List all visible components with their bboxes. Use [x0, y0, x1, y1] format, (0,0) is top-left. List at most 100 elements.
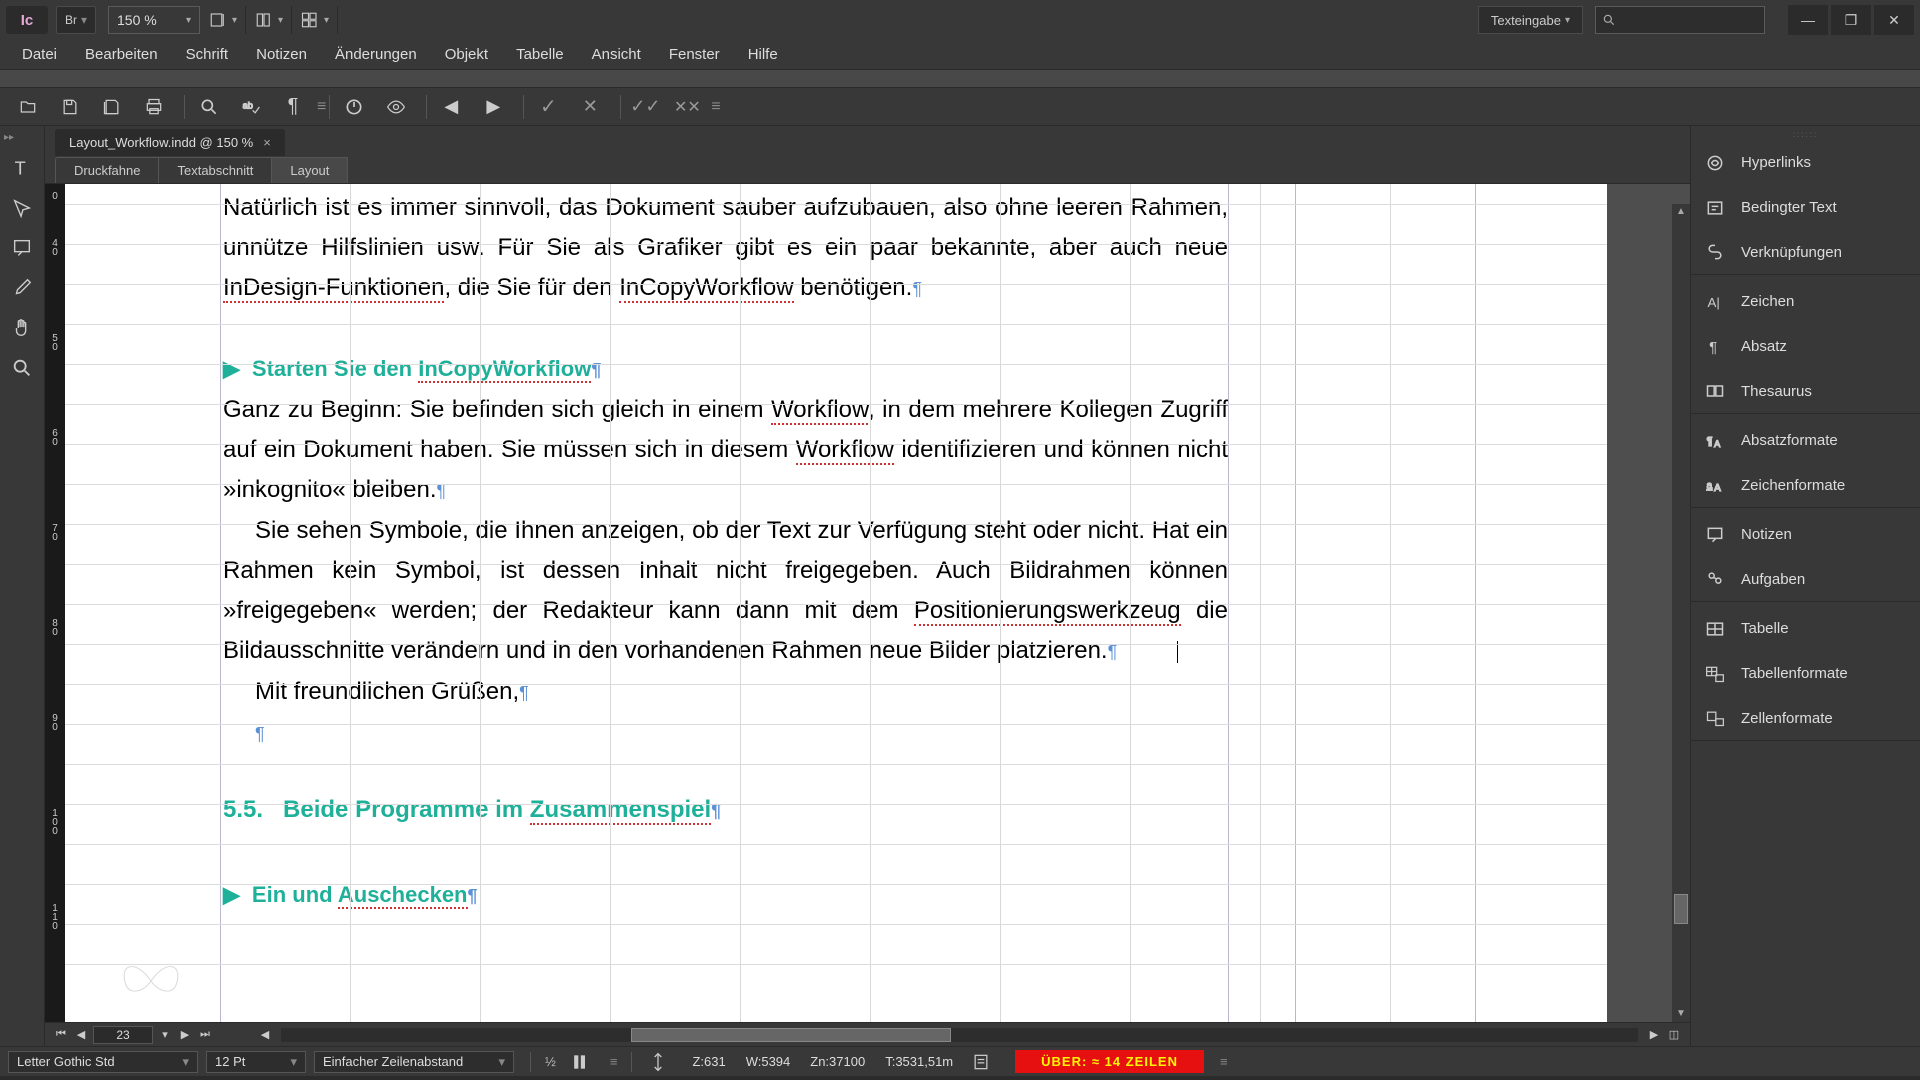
svg-text:ab: ab	[243, 100, 253, 110]
workspace-dropdown[interactable]: Texteingabe	[1478, 6, 1583, 34]
link-workflow-1: Workflow	[771, 396, 868, 425]
page-navigation: ⏮ ◀ 23 ▾ ▶ ⏭ ◀ ▶ ◫	[45, 1022, 1690, 1046]
column-icon[interactable]	[562, 1047, 598, 1077]
document-tab[interactable]: Layout_Workflow.indd @ 150 % ×	[55, 129, 285, 156]
find-button[interactable]	[191, 92, 227, 122]
menu-fenster[interactable]: Fenster	[655, 42, 734, 67]
leading-dropdown[interactable]: Einfacher Zeilenabstand▾	[314, 1051, 514, 1073]
close-button[interactable]: ✕	[1874, 5, 1914, 35]
open-button[interactable]	[10, 92, 46, 122]
font-dropdown[interactable]: Letter Gothic Std▾	[8, 1051, 198, 1073]
panel-tabelle[interactable]: Tabelle	[1691, 606, 1920, 651]
menu-aenderungen[interactable]: Änderungen	[321, 42, 431, 67]
panel-bedingter-text[interactable]: Bedingter Text	[1691, 185, 1920, 230]
prev-page-button[interactable]: ◀	[71, 1026, 91, 1044]
page-dd-icon[interactable]: ▾	[155, 1026, 175, 1044]
hscroll-right-button[interactable]: ▶	[1644, 1026, 1664, 1044]
tab-layout[interactable]: Layout	[271, 157, 348, 183]
last-page-button[interactable]: ⏭	[195, 1026, 215, 1044]
save-button[interactable]	[52, 92, 88, 122]
type-tool[interactable]: T	[7, 153, 37, 183]
panel-thesaurus[interactable]: Thesaurus	[1691, 369, 1920, 414]
accept-all-button[interactable]: ✓✓	[627, 92, 663, 122]
panel-zellenformate[interactable]: Zellenformate	[1691, 696, 1920, 741]
reject-all-button[interactable]: ✕✕	[669, 92, 705, 122]
panel-label: Thesaurus	[1741, 383, 1812, 400]
minimize-button[interactable]: —	[1788, 5, 1828, 35]
menu-ansicht[interactable]: Ansicht	[578, 42, 655, 67]
flyout-2[interactable]: ≡	[711, 98, 717, 116]
update-design-button[interactable]	[336, 92, 372, 122]
svg-text:A: A	[1714, 438, 1721, 448]
first-page-button[interactable]: ⏮	[51, 1026, 71, 1044]
cellf-icon	[1703, 706, 1727, 730]
page-number-field[interactable]: 23	[93, 1026, 153, 1044]
scroll-thumb[interactable]	[1674, 894, 1688, 924]
text-stats-icon[interactable]	[963, 1047, 999, 1077]
panel-verknüpfungen[interactable]: Verknüpfungen	[1691, 230, 1920, 275]
flyout-status-1[interactable]: ≡	[610, 1054, 618, 1069]
hscroll-thumb[interactable]	[631, 1028, 951, 1042]
next-page-button[interactable]: ▶	[175, 1026, 195, 1044]
panel-notizen[interactable]: Notizen	[1691, 512, 1920, 557]
menu-bearbeiten[interactable]: Bearbeiten	[71, 42, 172, 67]
tab-druckfahne[interactable]: Druckfahne	[55, 157, 159, 183]
hidden-chars-button[interactable]: ¶	[275, 92, 311, 122]
note-tool[interactable]	[7, 233, 37, 263]
vertical-scrollbar[interactable]: ▲ ▼	[1672, 204, 1690, 1022]
svg-text:a: a	[1707, 480, 1713, 491]
depth-icon[interactable]	[640, 1047, 676, 1077]
panel-absatz[interactable]: ¶Absatz	[1691, 324, 1920, 369]
hscroll-left-button[interactable]: ◀	[255, 1026, 275, 1044]
panel-label: Tabelle	[1741, 620, 1789, 637]
dock-handle[interactable]: ::::::	[1691, 130, 1920, 140]
subhead-1: ▶Starten Sie den InCopyWorkflow¶	[223, 349, 1228, 390]
scroll-up-icon[interactable]: ▲	[1672, 204, 1690, 220]
horizontal-scrollbar[interactable]	[281, 1028, 1638, 1042]
close-tab-icon[interactable]: ×	[263, 135, 271, 150]
print-button[interactable]	[136, 92, 172, 122]
menu-hilfe[interactable]: Hilfe	[734, 42, 792, 67]
save-all-button[interactable]	[94, 92, 130, 122]
section-heading: 5.5. Beide Programme im Zusammenspiel¶	[223, 790, 1228, 831]
expand-icon[interactable]: ▸▸	[4, 132, 14, 143]
tab-textabschnitt[interactable]: Textabschnitt	[158, 157, 272, 183]
panel-label: Hyperlinks	[1741, 154, 1811, 171]
eyedropper-tool[interactable]	[7, 273, 37, 303]
text-frame[interactable]: Natürlich ist es immer sinnvoll, das Dok…	[223, 188, 1228, 916]
split-view-button[interactable]: ◫	[1664, 1026, 1684, 1044]
zoom-tool[interactable]	[7, 353, 37, 383]
next-change-button[interactable]: ▶	[475, 92, 511, 122]
zoom-dropdown[interactable]: 150 %	[108, 6, 200, 34]
maximize-button[interactable]: ❐	[1831, 5, 1871, 35]
menu-schrift[interactable]: Schrift	[172, 42, 243, 67]
view-options-2[interactable]	[252, 6, 292, 34]
scroll-down-icon[interactable]: ▼	[1672, 1006, 1690, 1022]
position-tool[interactable]	[7, 193, 37, 223]
accept-change-button[interactable]: ✓	[530, 92, 566, 122]
panel-tabellenformate[interactable]: Tabellenformate	[1691, 651, 1920, 696]
help-search[interactable]	[1595, 6, 1765, 34]
reject-change-button[interactable]: ✕	[572, 92, 608, 122]
spellcheck-button[interactable]: ab	[233, 92, 269, 122]
view-options-1[interactable]	[206, 6, 246, 34]
menu-notizen[interactable]: Notizen	[242, 42, 321, 67]
menu-tabelle[interactable]: Tabelle	[502, 42, 578, 67]
fontsize-dropdown[interactable]: 12 Pt▾	[206, 1051, 306, 1073]
flyout-status-2[interactable]: ≡	[1220, 1054, 1228, 1069]
status-zn: Zn:37100	[810, 1054, 865, 1069]
prev-change-button[interactable]: ◀	[433, 92, 469, 122]
hand-tool[interactable]	[7, 313, 37, 343]
bridge-button[interactable]: Br ▾	[56, 6, 96, 34]
panel-absatzformate[interactable]: ¶AAbsatzformate	[1691, 418, 1920, 463]
preview-button[interactable]	[378, 92, 414, 122]
menu-objekt[interactable]: Objekt	[431, 42, 502, 67]
panel-hyperlinks[interactable]: Hyperlinks	[1691, 140, 1920, 185]
panel-zeichen[interactable]: A|Zeichen	[1691, 279, 1920, 324]
flyout-1[interactable]: ≡	[317, 98, 323, 116]
panel-zeichenformate[interactable]: aAZeichenformate	[1691, 463, 1920, 508]
menu-datei[interactable]: Datei	[8, 42, 71, 67]
canvas[interactable]: Natürlich ist es immer sinnvoll, das Dok…	[65, 184, 1690, 1022]
arrange-docs[interactable]	[298, 6, 338, 34]
panel-aufgaben[interactable]: Aufgaben	[1691, 557, 1920, 602]
